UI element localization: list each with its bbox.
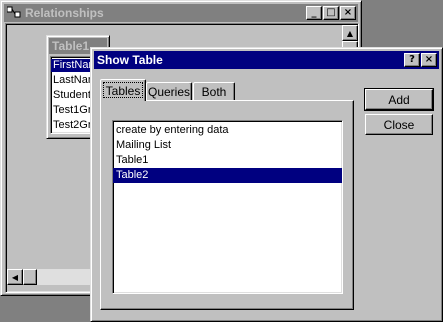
arrow-up-icon: ▲ [346, 28, 354, 38]
minimize-icon: _ [311, 7, 317, 18]
scroll-left-button[interactable]: ◀ [7, 269, 23, 285]
relationships-title: Relationships [25, 6, 104, 20]
tab-label: Tables [105, 83, 141, 98]
scroll-up-button[interactable]: ▲ [342, 25, 358, 41]
list-item[interactable]: Table1 [113, 153, 342, 168]
table1-title: Table1 [52, 39, 90, 53]
maximize-icon: □ [326, 7, 336, 18]
relationships-app-icon [6, 6, 21, 20]
horizontal-scrollbar[interactable]: ◀ [7, 269, 93, 285]
close-button-label: Close [383, 117, 415, 132]
tab-label: Queries [147, 85, 191, 99]
help-icon: ? [409, 54, 415, 65]
close-icon: × [343, 7, 353, 18]
arrow-left-icon: ◀ [11, 272, 19, 282]
tab-both[interactable]: Both [193, 82, 235, 101]
list-item[interactable]: create by entering data [113, 123, 342, 138]
show-table-title: Show Table [97, 53, 163, 67]
tab-queries[interactable]: Queries [146, 82, 192, 101]
list-item[interactable]: Mailing List [113, 138, 342, 153]
close-dialog-button[interactable]: Close [365, 114, 433, 135]
minimize-button[interactable]: _ [306, 6, 322, 20]
dialog-close-button[interactable]: × [421, 53, 437, 67]
maximize-button[interactable]: □ [323, 6, 339, 20]
tables-listbox[interactable]: create by entering data Mailing List Tab… [112, 120, 343, 294]
tab-tables[interactable]: Tables [100, 79, 146, 101]
list-item-selected[interactable]: Table2 [113, 168, 342, 183]
tab-label: Both [201, 85, 227, 99]
help-button[interactable]: ? [404, 53, 420, 67]
show-table-titlebar[interactable]: Show Table ? × [94, 51, 439, 69]
close-icon: × [424, 54, 434, 65]
add-button[interactable]: Add [364, 88, 434, 111]
close-button[interactable]: × [340, 6, 356, 20]
add-button-label: Add [388, 92, 410, 107]
relationships-titlebar[interactable]: Relationships _ □ × [4, 4, 358, 22]
scroll-hthumb[interactable] [23, 269, 37, 285]
show-table-dialog: Show Table ? × Tables Queries Both creat… [90, 47, 443, 322]
